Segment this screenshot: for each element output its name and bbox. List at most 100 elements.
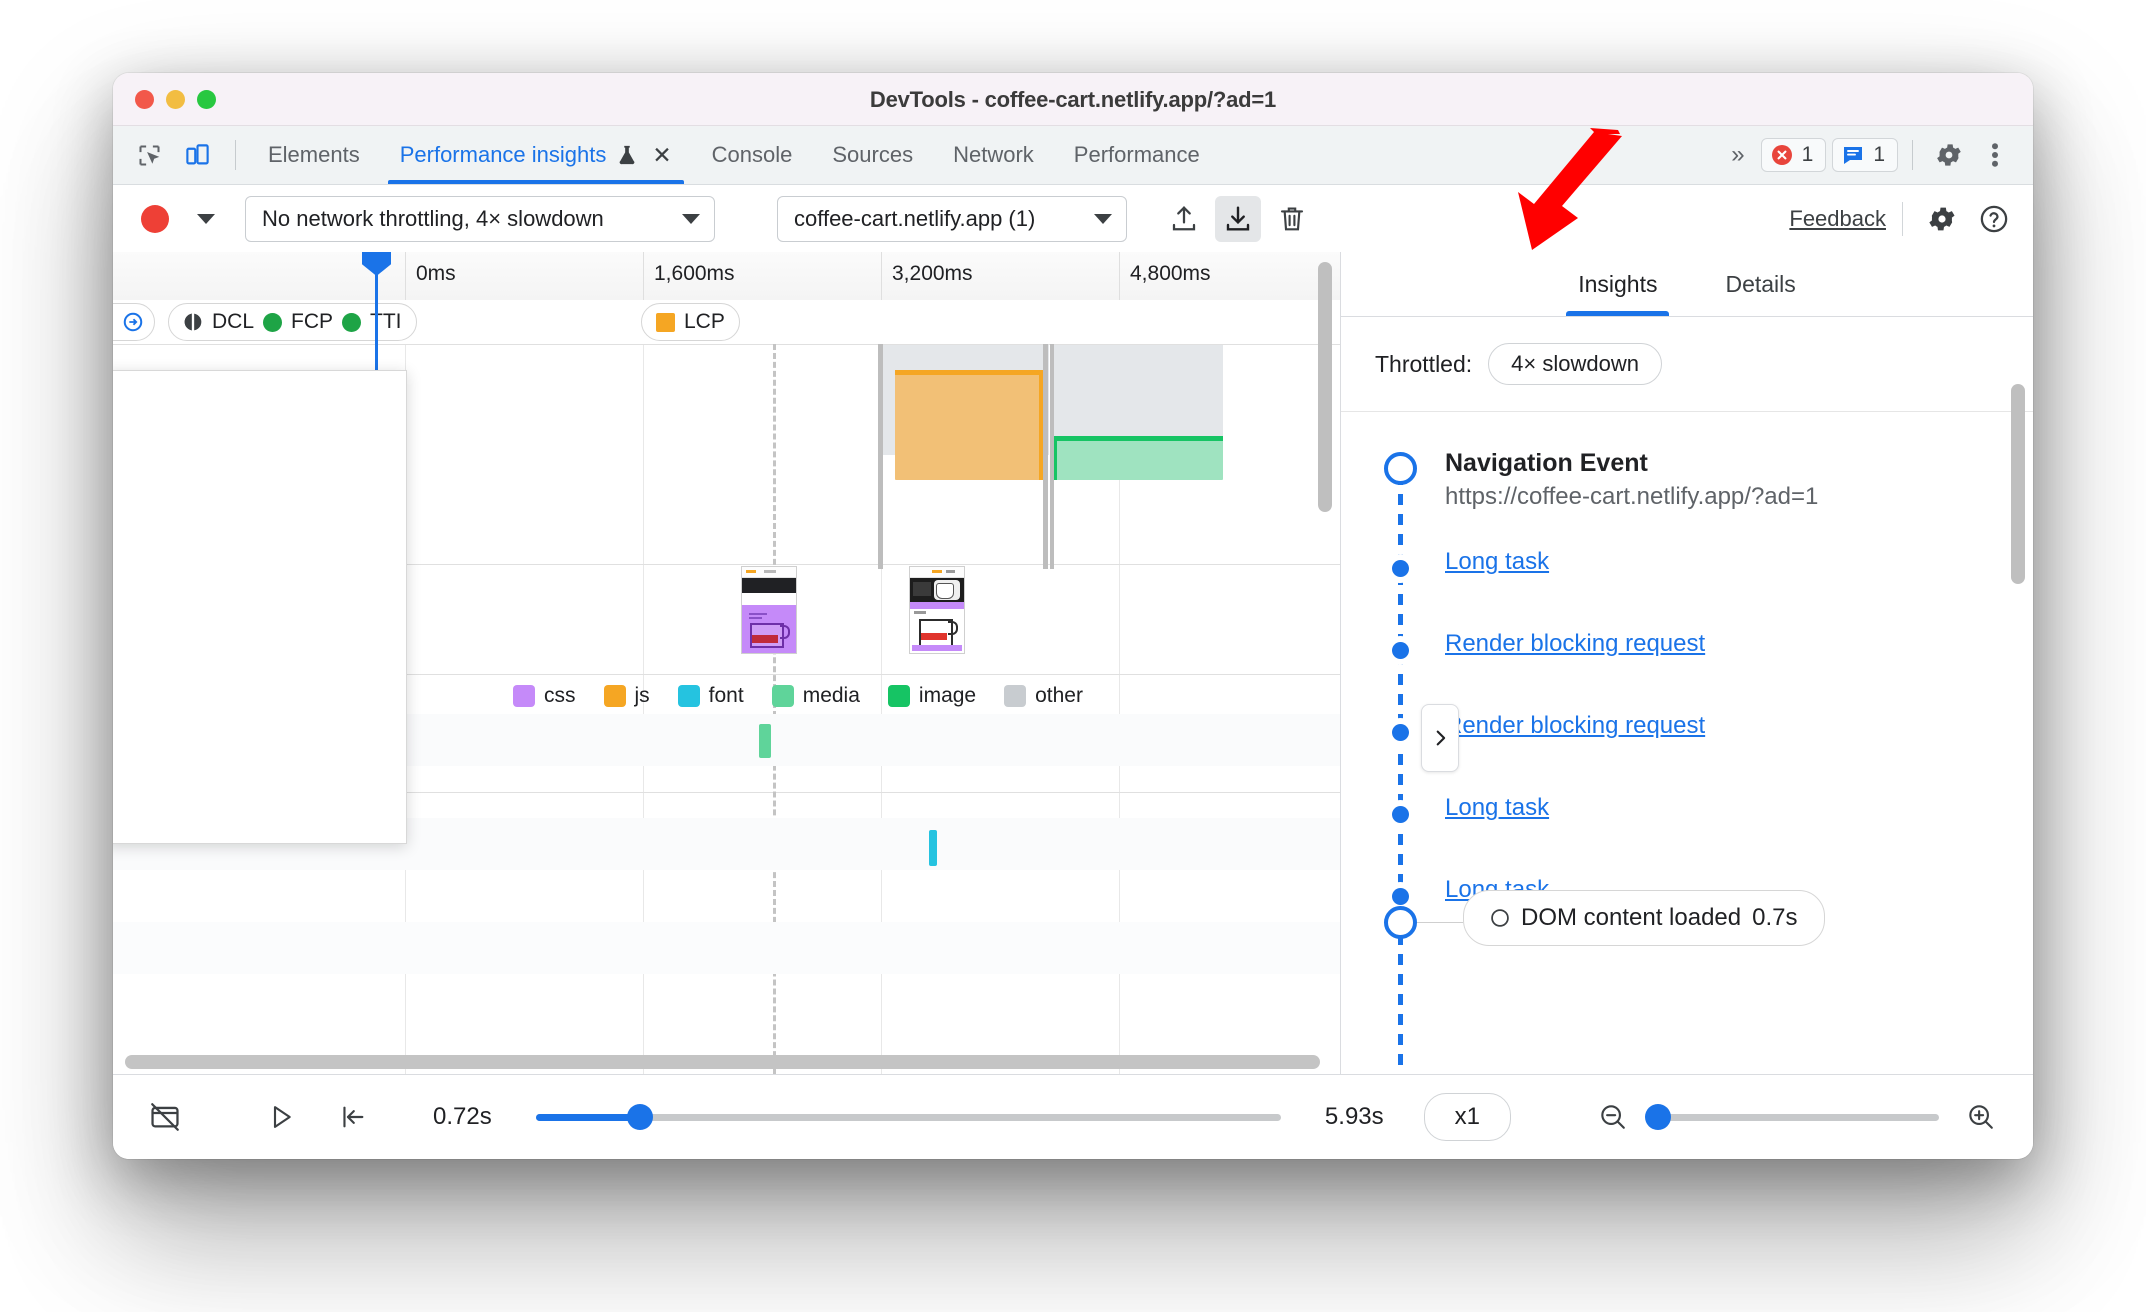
jump-to-start-icon[interactable] bbox=[327, 1091, 379, 1143]
time-range-slider[interactable] bbox=[535, 1104, 1281, 1130]
legend-swatch-css bbox=[513, 685, 535, 707]
sidebar-tab-list: Insights Details bbox=[1341, 252, 2033, 317]
feedback-link[interactable]: Feedback bbox=[1789, 206, 1886, 232]
screenshot-off-icon[interactable] bbox=[139, 1091, 191, 1143]
tab-list: Elements Performance insights ✕ Console … bbox=[248, 126, 1220, 184]
zoom-in-icon[interactable] bbox=[1955, 1091, 2007, 1143]
timeline-markers-row: DCL FCP TTI LCP bbox=[113, 300, 1340, 344]
tab-insights[interactable]: Insights bbox=[1544, 252, 1691, 316]
main-split: 0ms 1,600ms 3,200ms 4,800ms DCL FCP TTI … bbox=[113, 252, 2033, 1134]
trash-icon[interactable] bbox=[1269, 196, 1315, 242]
tab-elements[interactable]: Elements bbox=[248, 126, 380, 184]
insights-vertical-scrollbar[interactable] bbox=[2011, 384, 2025, 584]
legend-label: font bbox=[708, 684, 744, 707]
close-tab-icon[interactable]: ✕ bbox=[652, 143, 671, 167]
gear-icon[interactable] bbox=[1927, 133, 1971, 177]
tab-sources[interactable]: Sources bbox=[812, 126, 933, 184]
toolbar-divider-2 bbox=[1912, 140, 1913, 170]
insight-link[interactable]: Render blocking request bbox=[1445, 630, 1705, 659]
timeline-node-ring bbox=[1384, 452, 1417, 485]
help-icon[interactable] bbox=[1971, 196, 2017, 242]
legend-swatch-js bbox=[603, 685, 626, 707]
insight-item[interactable]: Long task bbox=[1341, 548, 2033, 630]
error-count-label: 1 bbox=[1801, 143, 1814, 166]
tab-performance-insights[interactable]: Performance insights ✕ bbox=[380, 126, 692, 184]
insight-link[interactable]: Long task bbox=[1445, 548, 1549, 577]
fcp-circle-icon bbox=[263, 312, 283, 332]
kebab-menu-icon[interactable] bbox=[1973, 133, 2017, 177]
insights-list[interactable]: Navigation Event https://coffee-cart.net… bbox=[1341, 412, 2033, 1134]
timeline-vertical-scrollbar[interactable] bbox=[1318, 262, 1332, 512]
tab-details[interactable]: Details bbox=[1691, 252, 1829, 316]
tab-label: Performance insights bbox=[399, 142, 607, 167]
device-toolbar-icon[interactable] bbox=[175, 133, 219, 177]
marker-pill-partial[interactable] bbox=[113, 303, 155, 341]
dom-marker-connector bbox=[1417, 922, 1463, 923]
request-bar-js[interactable] bbox=[895, 370, 1044, 480]
tab-performance[interactable]: Performance bbox=[1054, 126, 1220, 184]
timeline-node-dot bbox=[1386, 800, 1415, 829]
horizontal-scrollbar[interactable] bbox=[125, 1055, 1320, 1069]
insight-link[interactable]: Long task bbox=[1445, 794, 1549, 823]
error-count-badge[interactable]: 1 bbox=[1760, 138, 1827, 172]
timeline-ruler[interactable]: 0ms 1,600ms 3,200ms 4,800ms bbox=[113, 252, 1340, 301]
legend-item-other: other bbox=[1004, 684, 1083, 708]
legend-item-css: css bbox=[513, 684, 576, 708]
inspect-element-icon[interactable] bbox=[127, 133, 171, 177]
dcl-half-circle-icon bbox=[184, 312, 202, 332]
insight-link[interactable]: Render blocking request bbox=[1445, 712, 1705, 741]
playback-speed-chip[interactable]: x1 bbox=[1423, 1093, 1511, 1141]
request-bar-image[interactable] bbox=[759, 724, 771, 758]
network-throttling-select[interactable]: No network throttling, 4× slowdown bbox=[245, 196, 715, 242]
filmstrip-screenshot[interactable] bbox=[741, 566, 797, 654]
throttled-label: Throttled: bbox=[1375, 350, 1473, 377]
legend-label: image bbox=[918, 684, 977, 707]
insight-item[interactable]: Long task bbox=[1341, 794, 2033, 876]
record-options-chevron-down-icon[interactable] bbox=[183, 214, 229, 224]
zoom-out-icon[interactable] bbox=[1587, 1091, 1639, 1143]
throttled-value-chip: 4× slowdown bbox=[1488, 343, 1662, 385]
title-bar: DevTools - coffee-cart.netlify.app/?ad=1 bbox=[113, 73, 2033, 126]
network-row[interactable] bbox=[113, 922, 1340, 974]
marker-pill-lcp[interactable]: LCP bbox=[641, 303, 740, 341]
more-tabs-icon[interactable]: » bbox=[1717, 141, 1754, 169]
ruler-tick: 1,600ms bbox=[643, 252, 881, 300]
devtools-window: DevTools - coffee-cart.netlify.app/?ad=1… bbox=[113, 73, 2033, 1159]
timeline-node-dot bbox=[1386, 636, 1415, 665]
range-start-time: 0.72s bbox=[433, 1103, 492, 1130]
page-select[interactable]: coffee-cart.netlify.app (1) bbox=[777, 196, 1127, 242]
tab-console[interactable]: Console bbox=[692, 126, 813, 184]
request-bar-font[interactable] bbox=[929, 830, 937, 866]
devtools-tab-strip: Elements Performance insights ✕ Console … bbox=[113, 126, 2033, 185]
filmstrip-screenshot[interactable] bbox=[909, 566, 965, 654]
insights-sidebar[interactable]: Insights Details Throttled: 4× slowdown … bbox=[1341, 252, 2033, 1134]
dom-content-loaded-pill[interactable]: DOM content loaded 0.7s bbox=[1463, 890, 1825, 946]
hover-tooltip-overlay bbox=[113, 370, 407, 844]
tab-label: Elements bbox=[268, 142, 360, 167]
download-icon[interactable] bbox=[1215, 196, 1261, 242]
marker-pill-dcl-fcp-tti[interactable]: DCL FCP TTI bbox=[168, 303, 417, 341]
insight-navigation-event[interactable]: Navigation Event https://coffee-cart.net… bbox=[1341, 448, 2033, 530]
message-count-badge[interactable]: 1 bbox=[1832, 138, 1898, 172]
upload-icon[interactable] bbox=[1161, 196, 1207, 242]
error-icon bbox=[1771, 145, 1792, 165]
collapse-sidebar-button[interactable] bbox=[1421, 704, 1459, 772]
legend-swatch-other bbox=[1004, 685, 1027, 707]
ruler-tick: 0ms bbox=[405, 252, 643, 300]
chevron-right-icon bbox=[1436, 730, 1446, 746]
insight-item[interactable]: Render blocking request bbox=[1341, 630, 2033, 712]
zoom-slider[interactable] bbox=[1644, 1104, 1939, 1130]
tab-network[interactable]: Network bbox=[933, 126, 1054, 184]
dcl-half-circle-icon bbox=[1491, 909, 1509, 927]
toolbar-divider-3 bbox=[1902, 202, 1903, 236]
gear-icon[interactable] bbox=[1919, 196, 1965, 242]
legend-item-font: font bbox=[677, 684, 744, 708]
record-button[interactable] bbox=[141, 205, 169, 233]
timeline-panel[interactable]: 0ms 1,600ms 3,200ms 4,800ms DCL FCP TTI … bbox=[113, 252, 1341, 1075]
sidebar-tab-label: Insights bbox=[1578, 270, 1658, 297]
play-icon[interactable] bbox=[255, 1091, 307, 1143]
network-legend: css js font media image other bbox=[513, 684, 1340, 708]
request-bar-media[interactable] bbox=[1053, 436, 1223, 480]
timeline-node-dot bbox=[1386, 554, 1415, 583]
tti-circle-icon bbox=[342, 312, 362, 332]
